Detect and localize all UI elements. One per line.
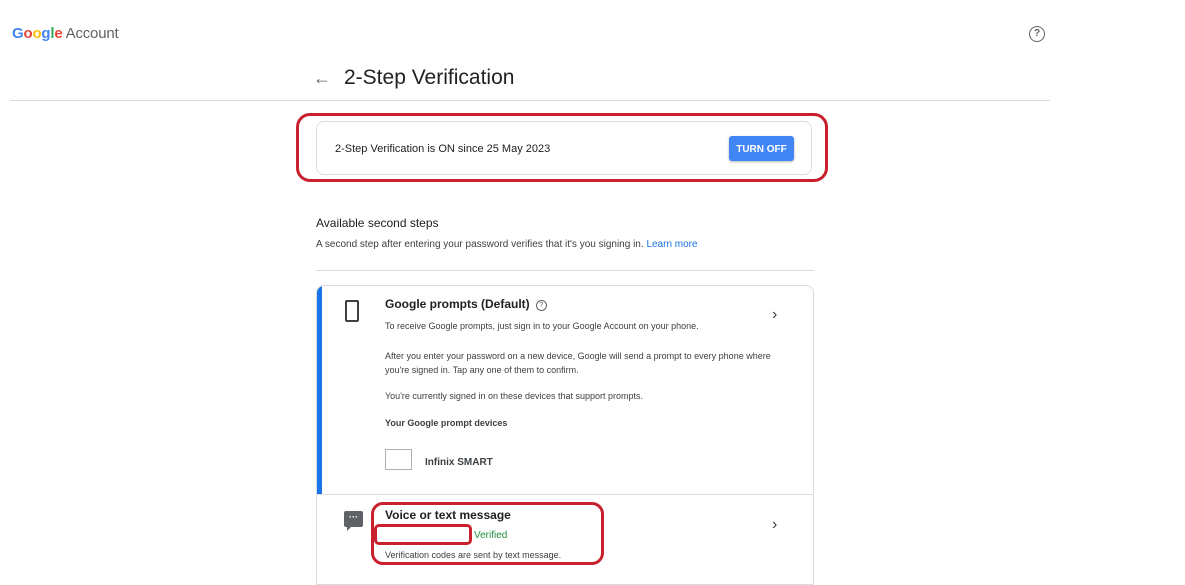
learn-more-link[interactable]: Learn more [646,239,697,250]
arrow-left-icon[interactable]: ← [313,68,331,89]
prompts-line-3: You're currently signed in on these devi… [385,391,644,401]
section-description: A second step after entering your passwo… [316,239,698,250]
phone-icon [345,300,359,322]
google-prompts-label: Google prompts (Default) [385,297,530,311]
page-title: 2-Step Verification [344,66,515,89]
redacted-phone-number [374,524,472,545]
logo-google: Google [12,25,63,42]
prompts-line-1: To receive Google prompts, just sign in … [385,321,699,331]
logo-account: Account [65,25,119,42]
highlight-box-status [296,113,828,182]
section-title: Available second steps [316,216,439,230]
prompt-devices-heading: Your Google prompt devices [385,418,508,428]
section-description-text: A second step after entering your passwo… [316,239,644,250]
device-name: Infinix SMART [425,457,493,468]
prompts-line-2: After you enter your password on a new d… [385,351,771,375]
message-icon: ··· [344,511,363,531]
header-divider [10,100,1050,101]
help-icon[interactable]: ? [1029,26,1045,42]
row-divider [317,494,813,495]
chevron-right-icon[interactable]: › [772,516,777,534]
google-prompts-title[interactable]: Google prompts (Default)? [385,297,547,311]
device-image [385,449,412,470]
logo[interactable]: Google Account [12,25,119,42]
help-circle-icon[interactable]: ? [535,300,547,311]
section-divider [316,270,814,271]
selected-indicator [317,286,322,494]
